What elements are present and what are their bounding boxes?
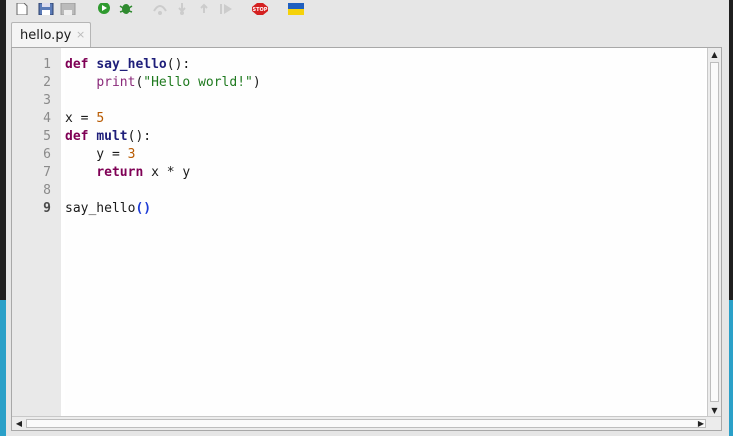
step-over-icon xyxy=(152,0,168,15)
paren-close: ) xyxy=(252,75,261,90)
close-icon[interactable]: × xyxy=(76,28,85,41)
vertical-scroll-thumb[interactable] xyxy=(710,62,719,402)
toolbar: STOP xyxy=(6,0,729,16)
thonny-window: STOP hello.py × 1 2 3 4 5 6 7 8 9 def sa… xyxy=(6,0,729,436)
code-rest: (): xyxy=(127,129,152,144)
function-name: say_hello xyxy=(96,57,167,72)
line-number: 7 xyxy=(43,165,51,180)
horizontal-scroll-thumb[interactable] xyxy=(26,419,706,428)
code-text-area[interactable]: def say_hello(): print("Hello world!") x… xyxy=(65,48,705,418)
horizontal-scrollbar[interactable]: ◀ ▶ xyxy=(12,416,721,430)
step-into-icon xyxy=(174,0,190,15)
line-number: 8 xyxy=(43,183,51,198)
vertical-scrollbar[interactable]: ▲ ▼ xyxy=(707,48,721,418)
keyword-return: return xyxy=(96,165,144,180)
tab-hello-py[interactable]: hello.py × xyxy=(11,22,91,48)
debug-icon[interactable] xyxy=(118,0,134,14)
function-name: mult xyxy=(96,129,128,144)
flag-icon[interactable] xyxy=(288,0,304,15)
svg-text:STOP: STOP xyxy=(253,7,268,13)
line-number-gutter: 1 2 3 4 5 6 7 8 9 xyxy=(12,48,61,418)
builtin-print: print xyxy=(96,75,136,90)
line-number: 5 xyxy=(43,129,51,144)
number-literal: 5 xyxy=(96,111,105,126)
scroll-up-arrow-icon[interactable]: ▲ xyxy=(709,49,720,61)
code-rest: (): xyxy=(166,57,191,72)
scroll-right-arrow-icon[interactable]: ▶ xyxy=(695,417,707,430)
line-number-active: 9 xyxy=(43,201,51,216)
run-icon[interactable] xyxy=(96,0,112,14)
code-text: say_hello xyxy=(65,201,136,216)
line-number: 6 xyxy=(43,147,51,162)
step-out-icon xyxy=(196,0,212,13)
matched-brackets: () xyxy=(135,201,152,216)
save-all-icon xyxy=(60,0,76,16)
tab-bar: hello.py × xyxy=(6,16,729,48)
code-line-active: say_hello() xyxy=(65,200,151,218)
desktop-edge-right xyxy=(729,0,733,436)
new-file-icon[interactable] xyxy=(14,0,30,16)
code-editor[interactable]: 1 2 3 4 5 6 7 8 9 def say_hello(): print… xyxy=(11,47,722,431)
resume-icon xyxy=(218,0,234,14)
number-literal: 3 xyxy=(127,147,136,162)
code-line: def say_hello(): xyxy=(65,56,190,74)
stop-icon[interactable]: STOP xyxy=(252,0,268,15)
line-number: 2 xyxy=(43,75,51,90)
code-line: def mult(): xyxy=(65,128,151,146)
code-rest: x * y xyxy=(143,165,191,180)
scroll-left-arrow-icon[interactable]: ◀ xyxy=(13,417,25,430)
line-number: 1 xyxy=(43,57,51,72)
code-text: y = xyxy=(65,147,128,162)
tab-label: hello.py xyxy=(20,28,72,43)
code-line: return x * y xyxy=(65,164,190,182)
code-text: x = xyxy=(65,111,97,126)
code-line: x = 5 xyxy=(65,110,104,128)
code-line: print("Hello world!") xyxy=(65,74,261,92)
line-number: 4 xyxy=(43,111,51,126)
keyword-def: def xyxy=(65,57,89,72)
code-line: y = 3 xyxy=(65,146,135,164)
save-icon[interactable] xyxy=(38,0,54,16)
keyword-def: def xyxy=(65,129,89,144)
string-literal: "Hello world!" xyxy=(143,75,253,90)
desktop-background-right xyxy=(729,300,733,436)
line-number: 3 xyxy=(43,93,51,108)
